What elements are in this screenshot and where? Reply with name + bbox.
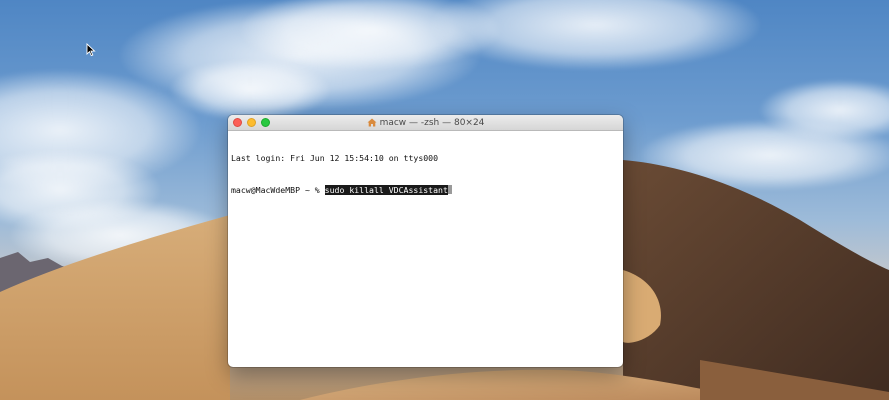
window-titlebar[interactable]: macw — -zsh — 80×24 (228, 115, 623, 131)
shell-prompt: macw@MacWdeMBP ~ % (231, 184, 325, 195)
window-title: macw — -zsh — 80×24 (379, 117, 485, 128)
terminal-output[interactable]: Last login: Fri Jun 12 15:54:10 on ttys0… (228, 131, 623, 217)
window-title-area: macw — -zsh — 80×24 (228, 115, 623, 130)
mouse-pointer-icon (86, 42, 96, 61)
command-input[interactable]: sudo killall VDCAssistant (324, 184, 448, 195)
home-folder-icon (367, 118, 377, 127)
desktop-wallpaper: macw — -zsh — 80×24 Last login: Fri Jun … (0, 0, 889, 400)
last-login-line: Last login: Fri Jun 12 15:54:10 on ttys0… (231, 153, 439, 163)
text-cursor (447, 184, 452, 194)
terminal-window[interactable]: macw — -zsh — 80×24 Last login: Fri Jun … (228, 115, 623, 367)
prompt-line[interactable]: macw@MacWdeMBP ~ % sudo killall VDCAssis… (231, 184, 620, 196)
